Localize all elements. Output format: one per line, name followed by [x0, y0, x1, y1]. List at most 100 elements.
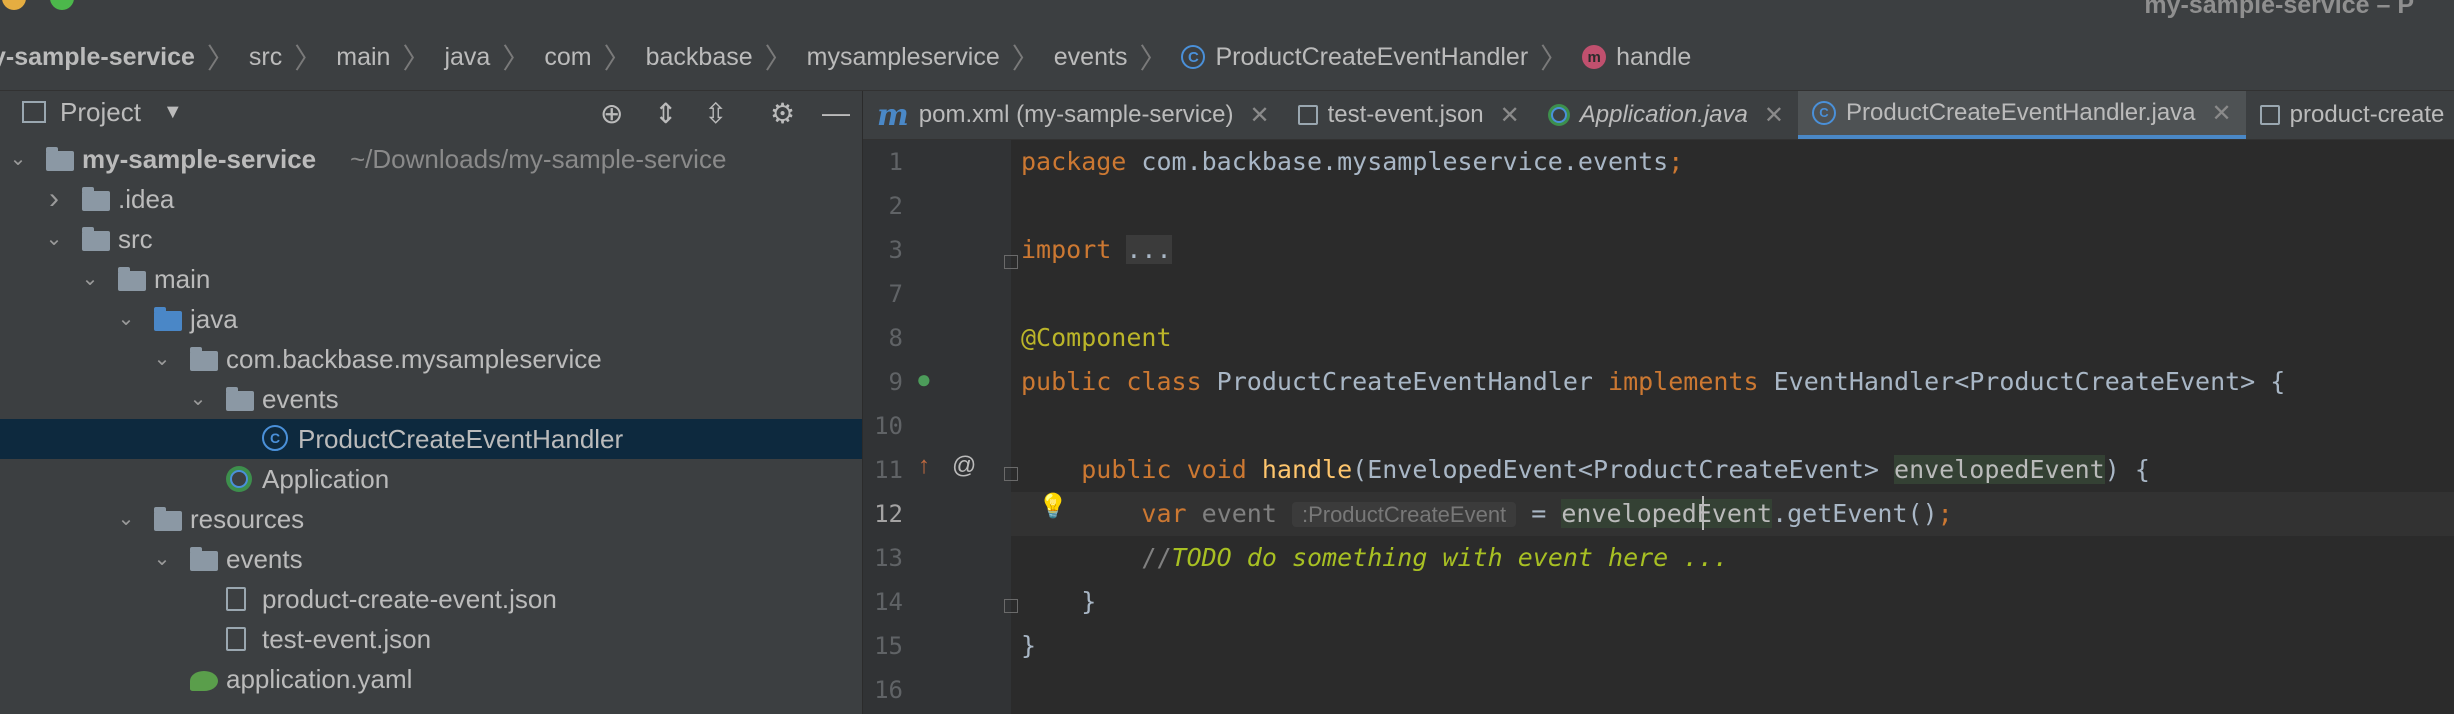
tree-item[interactable]: ⌄ events	[0, 539, 862, 579]
tree-item[interactable]: ⌄ events	[0, 379, 862, 419]
breadcrumb-item[interactable]: main	[336, 43, 390, 72]
spring-app-icon	[1547, 104, 1570, 126]
chevron-down-icon[interactable]: ⌄	[152, 339, 172, 379]
code-line[interactable]: public class ProductCreateEventHandler i…	[1021, 360, 2441, 404]
breadcrumb-label: java	[444, 42, 491, 71]
breadcrumb-item[interactable]: java	[444, 43, 490, 72]
breadcrumb-label: y-sample-service	[0, 42, 195, 71]
close-window-button[interactable]	[2, 0, 26, 10]
fold-method-end-icon[interactable]	[1004, 599, 1018, 613]
code-line[interactable]: @Component	[1021, 316, 2441, 360]
yaml-file-icon	[190, 671, 218, 691]
editor-tabs: m pom.xml (my-sample-service) ✕ test-event.…	[863, 91, 2454, 140]
project-panel-header: Project ▼ ⊕ ⇕ ⇳ ⚙ —	[0, 91, 862, 133]
tree-item[interactable]: ⌄ com.backbase.mysampleservice	[0, 339, 862, 379]
code-token: handle	[1261, 455, 1353, 484]
package-icon	[190, 347, 218, 371]
chevron-down-icon[interactable]: ⌄	[188, 379, 208, 419]
gear-icon[interactable]: ⚙	[770, 97, 795, 130]
line-number: 16	[874, 676, 903, 704]
code-token: public void	[1081, 455, 1262, 484]
editor-tab[interactable]: Application.java ✕	[1534, 91, 1798, 139]
tree-item[interactable]: application.yaml	[0, 659, 862, 699]
breadcrumb-item[interactable]: mysampleservice	[807, 43, 1000, 72]
chevron-down-icon[interactable]: ⌄	[116, 499, 136, 539]
line-number: 7	[888, 280, 903, 308]
project-panel-title[interactable]: Project	[60, 97, 141, 128]
tree-item[interactable]: ⌄ my-sample-service ~/Downloads/my-sample-…	[0, 139, 862, 179]
code-line[interactable]: package com.backbase.mysampleservice.eve…	[1021, 140, 2441, 184]
chevron-down-icon[interactable]: ⌄	[80, 259, 100, 299]
breadcrumb-item[interactable]: C ProductCreateEventHandler	[1181, 43, 1528, 72]
tree-item-label: java	[190, 304, 238, 334]
breadcrumb-item[interactable]: src	[249, 43, 282, 72]
implements-method-icon[interactable]: ↑	[918, 452, 930, 480]
tree-item-label: main	[154, 264, 211, 294]
locate-icon[interactable]: ⊕	[600, 97, 623, 130]
tree-item[interactable]: product-create-event.json	[0, 579, 862, 619]
code-line[interactable]	[1021, 184, 2441, 228]
breadcrumb-item[interactable]: m handle	[1582, 43, 1691, 72]
breadcrumb-item[interactable]: backbase	[646, 43, 753, 72]
method-icon: m	[1582, 45, 1607, 69]
close-icon[interactable]: ✕	[1764, 101, 1784, 130]
tree-item[interactable]: Application	[0, 459, 862, 499]
code-line[interactable]	[1021, 404, 2441, 448]
code-line[interactable]: }	[1021, 624, 2441, 668]
tree-item[interactable]: ⌄ src	[0, 219, 862, 259]
lightbulb-icon[interactable]: 💡	[1038, 492, 1068, 521]
bean-icon[interactable]: ●	[916, 364, 932, 395]
tree-item[interactable]: › .idea	[0, 179, 862, 219]
line-number: 13	[874, 544, 903, 572]
line-number: 11	[874, 456, 903, 484]
breadcrumb-item[interactable]: com	[544, 43, 591, 72]
code-token: com.backbase.mysampleservice.events	[1141, 147, 1669, 176]
chevron-down-icon[interactable]: ⌄	[116, 299, 136, 339]
json-file-icon	[226, 627, 246, 651]
fold-method-start-icon[interactable]	[1004, 467, 1018, 481]
tree-item[interactable]: C ProductCreateEventHandler	[0, 419, 862, 459]
code-line[interactable]: var event :ProductCreateEvent = envelope…	[1021, 492, 2441, 536]
chevron-down-icon[interactable]: ⌄	[44, 219, 64, 259]
code-line[interactable]: import ...	[1021, 228, 2441, 272]
tree-item[interactable]: ⌄ resources	[0, 499, 862, 539]
tree-item-label: com.backbase.mysampleservice	[226, 344, 602, 374]
zoom-window-button[interactable]	[50, 0, 74, 10]
expand-all-icon[interactable]: ⇕	[654, 97, 677, 130]
close-icon[interactable]: ✕	[1500, 101, 1520, 130]
minimize-icon[interactable]: —	[822, 97, 850, 129]
tree-item[interactable]: test-event.json	[0, 619, 862, 659]
editor-tab-label: pom.xml (my-sample-service)	[918, 101, 1234, 128]
breadcrumb-label: events	[1053, 42, 1128, 71]
code-token: EventHandler<ProductCreateEvent> {	[1773, 367, 2286, 396]
editor-tab-label: test-event.json	[1327, 101, 1484, 128]
code-line[interactable]: public void handle(EnvelopedEvent<Produc…	[1021, 448, 2441, 492]
chevron-down-icon[interactable]: ⌄	[8, 139, 28, 179]
collapse-all-icon[interactable]: ⇳	[704, 97, 727, 130]
code-line[interactable]	[1021, 668, 2441, 712]
close-icon[interactable]: ✕	[1249, 101, 1269, 130]
code-line[interactable]	[1021, 272, 2441, 316]
code-line[interactable]: //TODO do something with event here ...	[1021, 536, 2441, 580]
tree-item-label: resources	[190, 504, 305, 534]
line-number: 2	[888, 192, 903, 220]
editor-tab[interactable]: test-event.json ✕	[1284, 91, 1534, 139]
code-token: public class	[1021, 367, 1217, 396]
tree-item[interactable]: ⌄ main	[0, 259, 862, 299]
close-icon[interactable]: ✕	[2212, 99, 2232, 128]
editor-tab[interactable]: m pom.xml (my-sample-service) ✕	[863, 91, 1284, 139]
override-icon[interactable]: @	[952, 452, 976, 480]
tree-item-label: Application	[262, 464, 390, 494]
tree-item[interactable]: ⌄ java	[0, 299, 862, 339]
chevron-down-icon[interactable]: ▼	[163, 101, 183, 124]
code-line[interactable]: }	[1021, 580, 2441, 624]
json-file-icon	[226, 587, 246, 611]
fold-import-icon[interactable]	[1004, 255, 1018, 269]
editor-tab[interactable]: product-create	[2246, 91, 2454, 139]
chevron-down-icon[interactable]: ⌄	[152, 539, 172, 579]
editor-tab[interactable]: C ProductCreateEventHandler.java ✕	[1797, 91, 2246, 139]
breadcrumb-item[interactable]: events	[1054, 43, 1128, 72]
code-token: }	[1021, 631, 1037, 660]
chevron-right-icon[interactable]: ›	[44, 179, 64, 219]
breadcrumb-item[interactable]: y-sample-service	[0, 43, 195, 72]
